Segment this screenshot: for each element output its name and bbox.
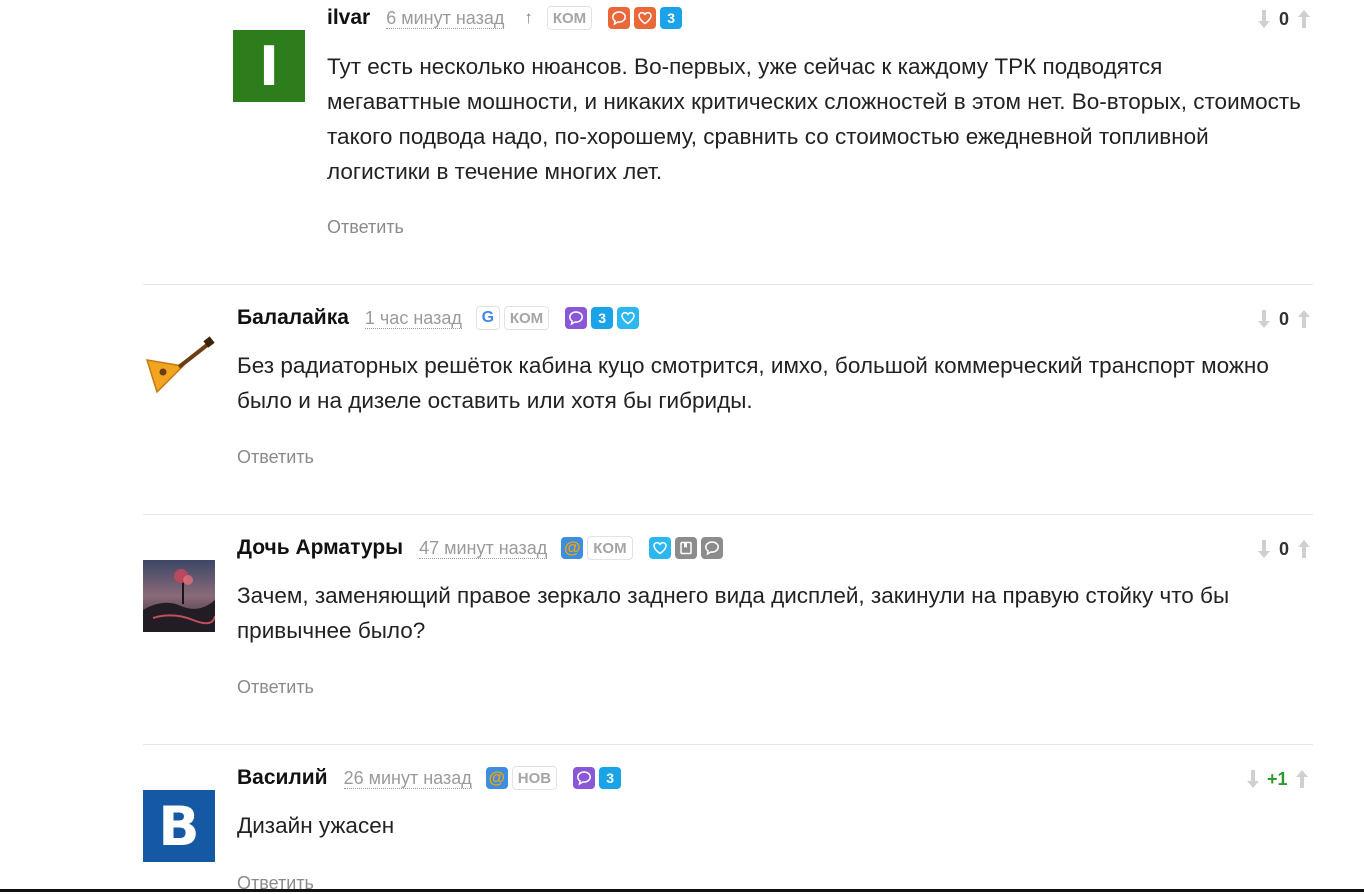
reply-button[interactable]: Ответить <box>237 677 314 698</box>
comment-text: Тут есть несколько нюансов. Во-первых, у… <box>327 54 1301 184</box>
vote-controls: +1 <box>1245 767 1310 791</box>
reply-button[interactable]: Ответить <box>327 217 404 238</box>
downvote-arrow-icon[interactable] <box>1256 9 1272 29</box>
vote-score: 0 <box>1278 538 1289 559</box>
count-badge: 3 <box>591 307 614 329</box>
vote-score: +1 <box>1267 768 1288 789</box>
avatar[interactable] <box>143 330 215 402</box>
vote-score: 0 <box>1278 8 1289 29</box>
comment-header: Балалайка 1 час назад G КОМ 3 <box>237 304 643 332</box>
heart-icon <box>617 307 640 329</box>
downvote-arrow-icon[interactable] <box>1256 539 1272 559</box>
comment-bubble-icon <box>573 767 596 789</box>
status-tag: КОМ <box>503 306 550 330</box>
upvote-arrow-icon[interactable] <box>1296 309 1312 329</box>
landscape-photo-icon <box>143 560 216 632</box>
author-name[interactable]: Василий <box>237 766 328 790</box>
comment-bubble-icon <box>700 537 723 559</box>
comment-header: Дочь Арматуры 47 минут назад @ КОМ <box>237 534 727 562</box>
bookmark-icon <box>674 537 697 559</box>
comment-text: Дизайн ужасен <box>237 813 395 838</box>
comment-bubble-icon <box>565 307 588 329</box>
up-arrow-icon: ↑ <box>524 8 533 27</box>
comment-text: Без радиаторных решёток кабина куцо смот… <box>237 353 1269 413</box>
balalaika-icon <box>143 330 215 402</box>
comment-bubble-icon <box>608 7 631 29</box>
mail-at-icon: @ <box>561 537 584 559</box>
timestamp[interactable]: 26 минут назад <box>343 768 472 789</box>
avatar[interactable] <box>143 560 216 632</box>
comment-text: Зачем, заменяющий правое зеркало заднего… <box>237 583 1230 643</box>
downvote-arrow-icon[interactable] <box>1245 769 1261 789</box>
status-tag: НОВ <box>511 766 558 790</box>
heart-icon <box>634 7 657 29</box>
comment-divider <box>143 514 1313 515</box>
downvote-arrow-icon[interactable] <box>1256 309 1272 329</box>
mail-at-icon: @ <box>485 767 508 789</box>
vote-score: 0 <box>1278 308 1289 329</box>
count-badge: 3 <box>660 7 683 29</box>
comment-header: Василий 26 минут назад @ НОВ 3 <box>237 764 625 792</box>
author-name[interactable]: Балалайка <box>237 306 349 330</box>
comment-divider <box>143 744 1313 745</box>
timestamp[interactable]: 6 минут назад <box>386 8 505 29</box>
upvote-arrow-icon[interactable] <box>1296 9 1312 29</box>
upvote-arrow-icon[interactable] <box>1294 769 1310 789</box>
status-tag: КОМ <box>587 536 633 560</box>
google-icon: G <box>475 306 500 330</box>
vote-controls: 0 <box>1256 537 1312 561</box>
upvote-arrow-icon[interactable] <box>1296 539 1312 559</box>
avatar[interactable]: I <box>233 30 305 102</box>
timestamp[interactable]: 47 минут назад <box>419 538 548 559</box>
comment-header: ilvar 6 минут назад ↑ КОМ 3 <box>327 4 686 32</box>
timestamp[interactable]: 1 час назад <box>364 308 462 329</box>
author-name[interactable]: Дочь Арматуры <box>237 536 403 560</box>
vote-controls: 0 <box>1256 307 1312 331</box>
vote-controls: 0 <box>1256 7 1312 31</box>
comment-divider <box>143 284 1313 285</box>
avatar[interactable]: B <box>143 790 215 862</box>
heart-icon <box>648 537 671 559</box>
reply-button[interactable]: Ответить <box>237 447 314 468</box>
count-badge: 3 <box>599 767 622 789</box>
author-name[interactable]: ilvar <box>327 6 370 30</box>
status-tag: КОМ <box>546 6 593 30</box>
